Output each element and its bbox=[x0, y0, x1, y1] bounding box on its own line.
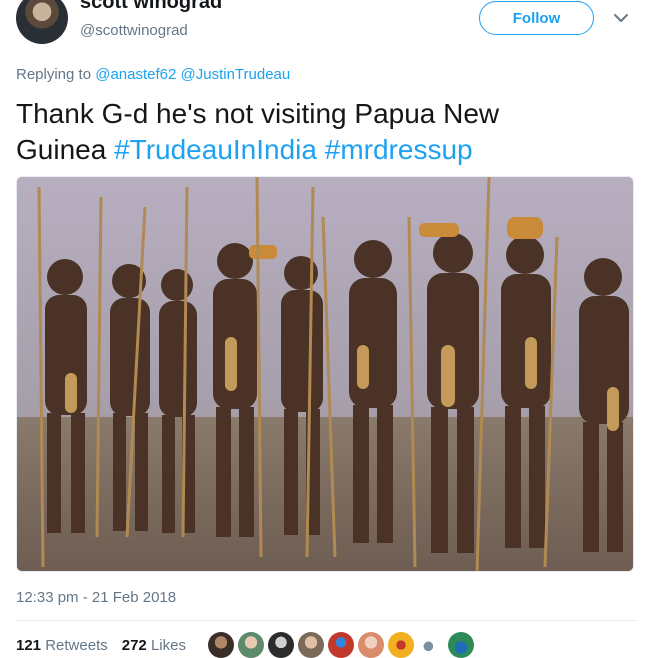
likes-count: 272 bbox=[121, 637, 147, 654]
liker-avatars bbox=[208, 632, 474, 658]
retweets-stat[interactable]: 121 Retweets bbox=[16, 637, 108, 654]
liker-avatar[interactable] bbox=[238, 632, 264, 658]
tweet-stats: 121 Retweets 272 Likes bbox=[16, 637, 186, 654]
tweet-card: scott winograd @scottwinograd Follow Rep… bbox=[0, 0, 656, 658]
mention-link[interactable]: @anastef62 bbox=[95, 66, 176, 83]
liker-avatar[interactable] bbox=[208, 632, 234, 658]
tweet-photo-image bbox=[17, 177, 633, 571]
reply-context-prefix: Replying to bbox=[16, 66, 92, 83]
tweet-text-line: Thank G-d he's not visiting Papua New bbox=[16, 98, 500, 129]
divider bbox=[16, 620, 636, 621]
liker-avatar[interactable] bbox=[448, 632, 474, 658]
liker-avatar[interactable] bbox=[358, 632, 384, 658]
likes-stat[interactable]: 272 Likes bbox=[122, 637, 186, 654]
mention-link[interactable]: @JustinTrudeau bbox=[181, 66, 291, 83]
liker-avatar[interactable] bbox=[298, 632, 324, 658]
reply-context: Replying to @anastef62 @JustinTrudeau bbox=[16, 66, 290, 83]
tweet-text-line: Guinea bbox=[16, 134, 107, 165]
liker-avatar[interactable] bbox=[418, 632, 444, 658]
liker-avatar[interactable] bbox=[268, 632, 294, 658]
retweets-count: 121 bbox=[16, 637, 42, 654]
author-handle[interactable]: @scottwinograd bbox=[80, 22, 188, 39]
tweet-photo[interactable] bbox=[16, 176, 634, 572]
retweets-label: Retweets bbox=[45, 637, 108, 654]
chevron-down-icon[interactable] bbox=[612, 9, 630, 27]
hashtag-link[interactable]: #mrdressup bbox=[325, 134, 473, 165]
liker-avatar[interactable] bbox=[328, 632, 354, 658]
tweet-text: Thank G-d he's not visiting Papua New Gu… bbox=[16, 96, 636, 168]
liker-avatar[interactable] bbox=[388, 632, 414, 658]
follow-button[interactable]: Follow bbox=[479, 1, 594, 35]
author-display-name[interactable]: scott winograd bbox=[80, 0, 222, 14]
author-avatar[interactable] bbox=[16, 0, 68, 44]
tweet-timestamp[interactable]: 12:33 pm - 21 Feb 2018 bbox=[16, 589, 176, 606]
likes-label: Likes bbox=[150, 637, 186, 654]
hashtag-link[interactable]: #TrudeauInIndia bbox=[114, 134, 317, 165]
